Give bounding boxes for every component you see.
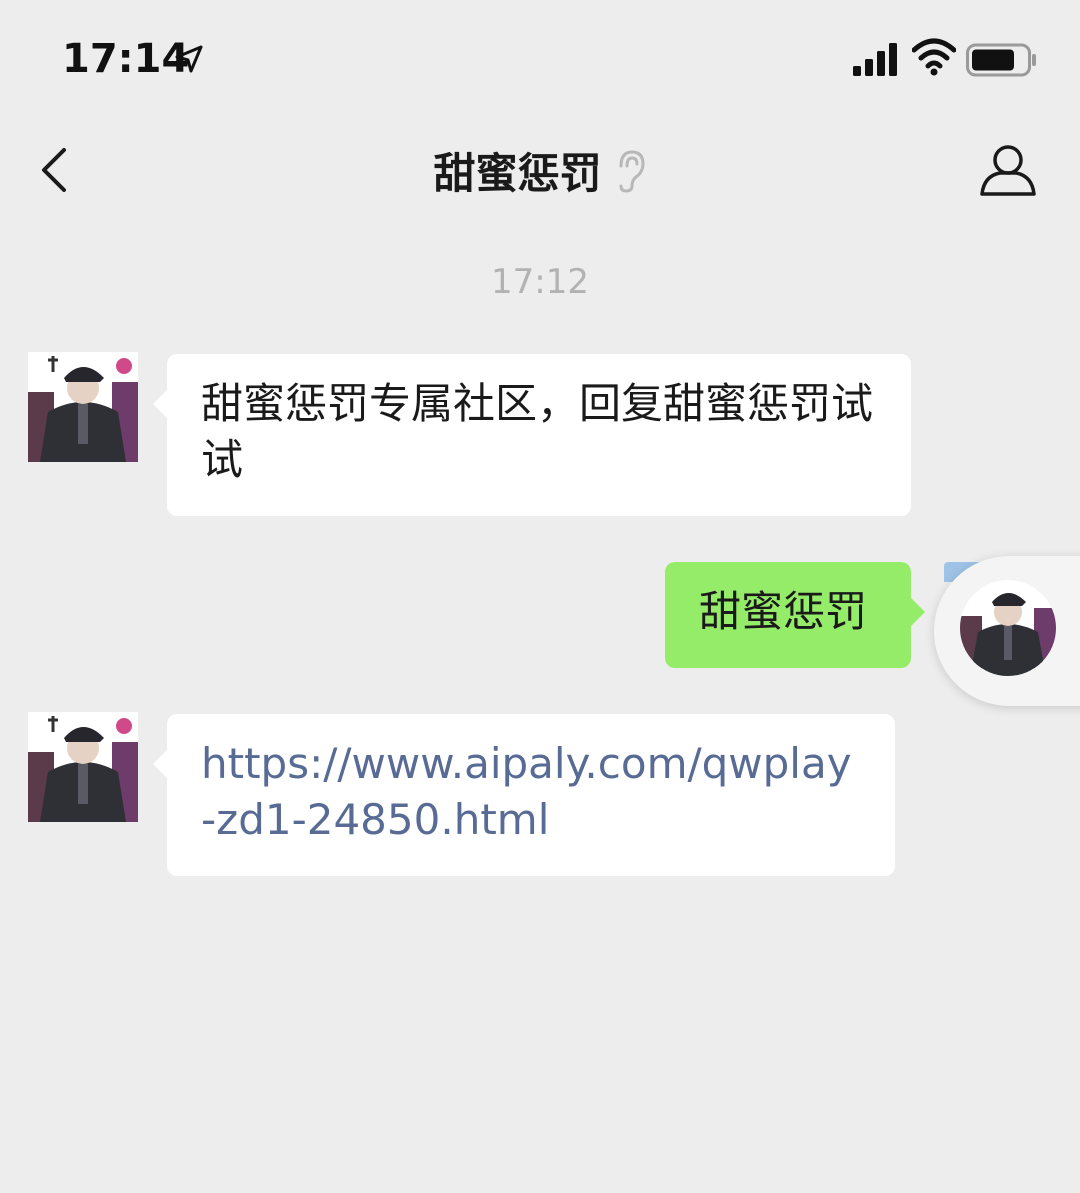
status-bar: 17:14 — [0, 0, 1080, 120]
sender-avatar[interactable] — [28, 712, 138, 822]
message-text: 甜蜜惩罚专属社区，回复甜蜜惩罚试试 — [201, 379, 874, 484]
sender-avatar[interactable] — [28, 352, 138, 462]
battery-icon — [966, 43, 1036, 77]
message-text: 甜蜜惩罚 — [699, 587, 868, 636]
chat-title: 甜蜜惩罚 — [433, 149, 602, 198]
location-arrow-icon — [175, 45, 203, 73]
cellular-signal-icon — [853, 43, 897, 76]
nav-title-group: 甜蜜惩罚 — [0, 140, 1080, 201]
status-time: 17:14 — [62, 36, 190, 82]
mute-icon — [619, 149, 645, 193]
message-bubble-outgoing[interactable]: 甜蜜惩罚 — [665, 562, 925, 668]
chat-timestamp: 17:12 — [491, 262, 589, 302]
message-bubble-incoming-link[interactable]: https://www.aipaly.com/qwplay-zd1-24850.… — [153, 714, 895, 876]
message-bubble-incoming[interactable]: 甜蜜惩罚专属社区，回复甜蜜惩罚试试 — [153, 354, 911, 516]
wifi-icon — [912, 38, 956, 76]
message-link[interactable]: https://www.aipaly.com/qwplay-zd1-24850.… — [201, 739, 852, 844]
nav-bar: 甜蜜惩罚 — [0, 120, 1080, 220]
floating-avatar[interactable] — [960, 580, 1056, 676]
profile-button[interactable] — [978, 142, 1038, 198]
